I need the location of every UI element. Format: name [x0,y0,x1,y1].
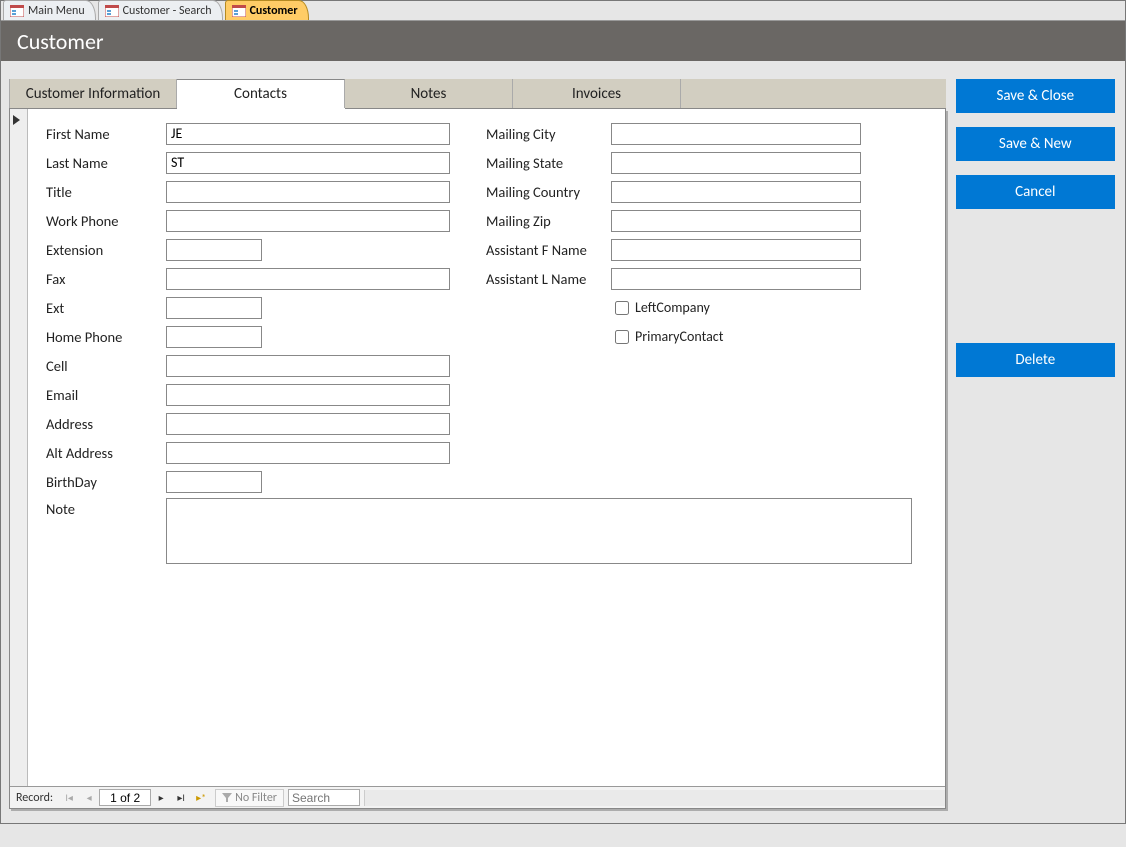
doc-tab-label: Customer - Search [123,4,212,18]
form-title: Customer [17,28,104,55]
assistant-f-input[interactable] [611,239,861,261]
label-birthday: BirthDay [46,473,166,491]
label-mailing-country: Mailing Country [486,183,611,201]
extension-input[interactable] [166,239,262,261]
mailing-zip-input[interactable] [611,210,861,232]
record-selector[interactable] [10,109,28,786]
inner-tab-label: Contacts [234,85,287,103]
inner-tab-label: Notes [411,85,447,103]
nav-spacer [364,790,945,806]
label-left-company: LeftCompany [635,299,710,316]
label-home-phone: Home Phone [46,328,166,346]
home-phone-input[interactable] [166,326,262,348]
label-cell: Cell [46,357,166,375]
save-close-button[interactable]: Save & Close [956,79,1115,113]
mailing-state-input[interactable] [611,152,861,174]
note-input[interactable] [166,498,912,564]
ext-input[interactable] [166,297,262,319]
fields-area: First Name Last Name Title Work Phone Ex… [46,119,929,564]
label-email: Email [46,386,166,404]
address-input[interactable] [166,413,450,435]
cancel-button[interactable]: Cancel [956,175,1115,209]
label-primary-contact: PrimaryContact [635,328,723,345]
title-input[interactable] [166,181,450,203]
tab-invoices[interactable]: Invoices [513,79,681,108]
filter-indicator[interactable]: No Filter [215,789,284,807]
next-record-button[interactable]: ▸ [152,789,170,807]
alt-address-input[interactable] [166,442,450,464]
doc-tab-label: Customer [250,4,298,18]
mailing-country-input[interactable] [611,181,861,203]
doc-tab-customer[interactable]: Customer [225,0,309,20]
cell-input[interactable] [166,355,450,377]
email-input[interactable] [166,384,450,406]
label-last-name: Last Name [46,154,166,172]
inner-tab-label: Customer Information [26,85,161,103]
action-buttons: Save & Close Save & New Cancel Delete [956,79,1115,391]
assistant-l-input[interactable] [611,268,861,290]
filter-text: No Filter [235,791,277,805]
label-mailing-state: Mailing State [486,154,611,172]
label-ext: Ext [46,299,166,317]
current-record-icon [13,115,20,125]
label-address: Address [46,415,166,433]
label-extension: Extension [46,241,166,259]
doc-tab-main-menu[interactable]: Main Menu [3,0,96,20]
primary-contact-checkbox[interactable] [615,330,629,344]
label-work-phone: Work Phone [46,212,166,230]
doc-tab-customer-search[interactable]: Customer - Search [98,0,223,20]
label-alt-address: Alt Address [46,444,166,462]
new-record-button[interactable]: ▸* [192,789,210,807]
inner-tabs: Customer Information Contacts Notes Invo… [9,79,946,109]
work-phone-input[interactable] [166,210,450,232]
record-position-input[interactable] [99,789,151,806]
form-icon [105,5,119,17]
funnel-icon [222,793,232,803]
form-icon [232,5,246,17]
form-title-bar: Customer [1,21,1125,61]
label-title: Title [46,183,166,201]
label-note: Note [46,498,166,564]
label-fax: Fax [46,270,166,288]
last-name-input[interactable] [166,152,450,174]
app-frame: Main Menu Customer - Search Customer Cus… [0,0,1126,824]
save-new-button[interactable]: Save & New [956,127,1115,161]
tab-customer-information[interactable]: Customer Information [9,79,177,108]
fields-column-2: Mailing City Mailing State Mailing Count… [486,119,861,351]
tab-contacts[interactable]: Contacts [177,79,345,108]
delete-button[interactable]: Delete [956,343,1115,377]
first-name-input[interactable] [166,123,450,145]
inner-tab-label: Invoices [572,85,621,103]
record-label: Record: [10,791,59,805]
tab-notes[interactable]: Notes [345,79,513,108]
label-mailing-city: Mailing City [486,125,611,143]
mailing-city-input[interactable] [611,123,861,145]
last-record-button[interactable]: ▸I [172,789,190,807]
fax-input[interactable] [166,268,450,290]
label-assistant-l: Assistant L Name [486,270,611,288]
label-first-name: First Name [46,125,166,143]
document-tabs: Main Menu Customer - Search Customer [1,1,1125,21]
birthday-input[interactable] [166,471,262,493]
record-navigation: Record: I◂ ◂ ▸ ▸I ▸* No Filter [10,786,945,808]
form-body: First Name Last Name Title Work Phone Ex… [9,109,946,809]
prev-record-button[interactable]: ◂ [80,789,98,807]
form-panel: Customer Information Contacts Notes Invo… [9,79,946,809]
label-assistant-f: Assistant F Name [486,241,611,259]
main-area: Customer Information Contacts Notes Invo… [1,61,1125,823]
record-search-input[interactable] [288,789,360,806]
left-company-checkbox[interactable] [615,301,629,315]
label-mailing-zip: Mailing Zip [486,212,611,230]
form-icon [10,5,24,17]
first-record-button[interactable]: I◂ [60,789,78,807]
doc-tab-label: Main Menu [28,4,85,18]
